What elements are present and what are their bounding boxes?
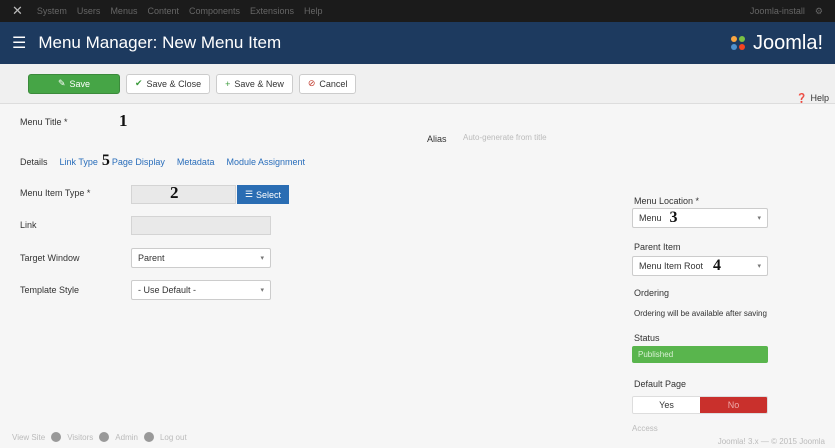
toolbar: ✎ Save ✔ Save & Close + Save & New ⊘ Can… <box>0 64 835 104</box>
topbar-right: Joomla-install ⚙ <box>750 6 823 17</box>
template-style-value: - Use Default - <box>138 285 197 295</box>
question-icon: ❓ <box>796 92 808 103</box>
site-name-link[interactable]: Joomla-install <box>750 6 805 16</box>
save-label: Save <box>69 78 91 89</box>
cancel-button[interactable]: ⊘ Cancel <box>298 73 357 94</box>
access-label: Access <box>632 424 658 433</box>
annotation-4: 4 <box>713 257 722 274</box>
menu-location-label: Menu Location * <box>634 196 700 206</box>
status-footer: View Site Visitors Admin Log out <box>12 432 187 442</box>
alias-input[interactable]: Auto-generate from title <box>459 129 599 145</box>
menu-item-type-label: Menu Item Type * <box>20 188 91 198</box>
menu-location-select[interactable]: Menu 3 ▾ <box>632 208 768 228</box>
chevron-down-icon: ▾ <box>260 255 264 262</box>
cancel-icon: ⊘ <box>307 78 316 88</box>
tab-link-type[interactable]: Link Type <box>60 157 98 167</box>
target-window-label: Target Window <box>20 253 80 263</box>
logout-icon <box>143 432 154 442</box>
help-button[interactable]: ❓ Help <box>796 90 829 106</box>
tab-module-assignment[interactable]: Module Assignment <box>226 157 305 167</box>
menu-help[interactable]: Help <box>304 6 323 16</box>
chevron-down-icon: ▾ <box>757 215 761 222</box>
select-label: Select <box>256 189 282 200</box>
ordering-label: Ordering <box>634 288 670 298</box>
menu-title-label: Menu Title * <box>20 117 68 127</box>
annotation-3: 3 <box>669 209 678 226</box>
select-type-button[interactable]: ☰ Select <box>237 185 289 204</box>
save-button[interactable]: ✎ Save <box>28 73 120 94</box>
parent-item-select[interactable]: Menu Item Root 4 ▾ <box>632 256 768 276</box>
tab-bar: Details Link Type 5 Page Display Metadat… <box>20 152 317 170</box>
admin-topbar: ✕ System Users Menus Content Components … <box>0 0 835 22</box>
annotation-1: 1 <box>119 111 128 130</box>
save-close-label: Save & Close <box>146 78 202 89</box>
menu-location-value: Menu <box>639 213 662 223</box>
user-icon[interactable]: ⚙ <box>815 6 823 17</box>
tab-page-display[interactable]: Page Display <box>112 157 165 167</box>
default-page-toggle: Yes No <box>632 396 768 414</box>
menu-system[interactable]: System <box>37 6 67 16</box>
target-window-value: Parent <box>138 253 165 263</box>
default-page-label: Default Page <box>634 379 687 389</box>
menu-content[interactable]: Content <box>147 6 179 16</box>
save-new-label: Save & New <box>234 78 284 89</box>
default-no-button[interactable]: No <box>700 397 767 413</box>
plus-icon: + <box>225 78 231 89</box>
parent-item-value: Menu Item Root <box>639 261 704 271</box>
target-window-select[interactable]: Parent ▾ <box>131 248 271 268</box>
save-close-button[interactable]: ✔ Save & Close <box>126 73 211 94</box>
check-icon: ✔ <box>135 78 143 88</box>
menu-list-icon: ☰ <box>12 35 27 52</box>
list-icon: ☰ <box>244 189 254 199</box>
alias-label: Alias <box>427 134 447 144</box>
menu-components[interactable]: Components <box>189 6 240 16</box>
menu-extensions[interactable]: Extensions <box>250 6 294 16</box>
chevron-down-icon: ▾ <box>757 263 761 270</box>
ordering-note: Ordering will be available after saving <box>634 309 767 318</box>
joomla-brand-text: Joomla! <box>752 31 823 54</box>
page-header: ☰ Menu Manager: New Menu Item Joomla! <box>0 22 835 64</box>
template-style-label: Template Style <box>20 285 80 295</box>
status-label: Status <box>634 333 660 343</box>
link-label: Link <box>20 220 37 230</box>
joomla-brand: Joomla! <box>729 32 823 55</box>
menu-item-type-field[interactable] <box>131 185 236 204</box>
joomla-logo-icon <box>730 36 745 50</box>
visitors-label: Visitors <box>67 432 94 442</box>
status-select[interactable]: Published <box>632 346 768 363</box>
default-yes-button[interactable]: Yes <box>633 397 700 413</box>
joomla-small-icon[interactable]: ✕ <box>12 3 23 19</box>
visitors-count-icon <box>51 432 62 442</box>
edit-icon: ✎ <box>57 78 66 88</box>
help-label: Help <box>810 93 829 103</box>
view-site-link[interactable]: View Site <box>12 433 45 442</box>
tab-metadata[interactable]: Metadata <box>177 157 215 167</box>
admin-label: Admin <box>115 432 138 442</box>
logout-link[interactable]: Log out <box>160 433 187 442</box>
admin-count-icon <box>99 432 110 442</box>
annotation-5: 5 <box>101 152 110 169</box>
version-text: Joomla! 3.x — © 2015 Joomla <box>717 437 825 446</box>
cancel-label: Cancel <box>319 78 348 89</box>
template-style-select[interactable]: - Use Default - ▾ <box>131 280 271 300</box>
annotation-2: 2 <box>170 183 179 202</box>
save-new-button[interactable]: + Save & New <box>216 73 293 94</box>
page-title: Menu Manager: New Menu Item <box>38 33 282 52</box>
chevron-down-icon: ▾ <box>260 287 264 294</box>
link-field <box>131 216 271 235</box>
tab-details[interactable]: Details <box>20 157 48 167</box>
parent-item-label: Parent Item <box>634 242 681 252</box>
menu-menus[interactable]: Menus <box>110 6 137 16</box>
menu-users[interactable]: Users <box>77 6 101 16</box>
admin-menu: System Users Menus Content Components Ex… <box>37 6 323 16</box>
